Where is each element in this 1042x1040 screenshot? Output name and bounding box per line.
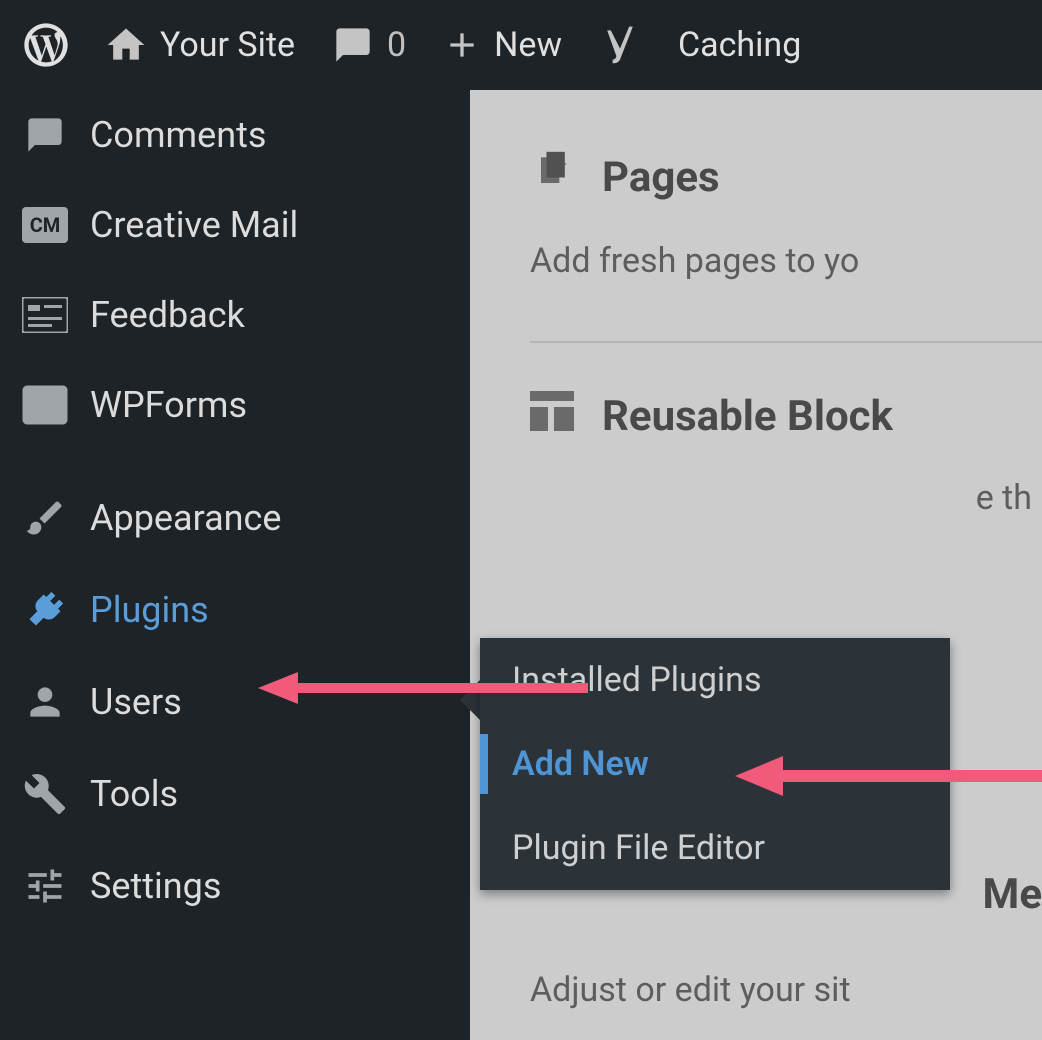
reusable-block-icon [530,391,574,442]
comments-link[interactable]: 0 [313,0,424,90]
main-content: Pages Add fresh pages to yo Reusable Blo… [470,90,1042,1040]
yoast-link[interactable] [580,0,660,90]
new-content-link[interactable]: New [424,0,580,90]
annotation-arrow-plugins [258,668,588,708]
pages-title: Pages [602,153,720,202]
sidebar-item-wpforms[interactable]: WPForms [0,360,470,450]
comment-count: 0 [387,25,406,65]
wp-logo[interactable] [12,0,86,90]
user-icon [22,680,68,724]
sliders-icon [22,864,68,908]
wpforms-icon [22,385,68,425]
svg-text:CM: CM [30,213,61,237]
brush-icon [22,496,68,540]
admin-sidebar: Comments CM Creative Mail Feedback WPFor… [0,90,470,1040]
feedback-icon [22,297,68,333]
site-name: Your Site [160,25,295,65]
sidebar-item-label: Settings [90,865,221,907]
sidebar-item-plugins[interactable]: Plugins [0,564,470,656]
annotation-arrow-add-new [735,752,1042,800]
sidebar-item-feedback[interactable]: Feedback [0,270,470,360]
pages-icon [530,150,574,205]
reusable-partial-text: e th [530,478,1042,518]
sidebar-separator [0,450,470,472]
sidebar-item-label: Appearance [90,497,281,539]
reusable-title: Reusable Block [602,392,893,441]
sidebar-item-label: Creative Mail [90,204,298,246]
new-label: New [494,25,562,65]
adjust-text: Adjust or edit your sit [530,970,851,1010]
comment-icon [22,115,68,155]
reusable-blocks-widget: Reusable Block e th [530,391,1042,518]
sidebar-item-label: Tools [90,773,178,815]
divider [530,341,1042,343]
sidebar-item-appearance[interactable]: Appearance [0,472,470,564]
comment-icon [331,25,375,65]
plug-icon [22,588,68,632]
sidebar-item-label: Comments [90,114,266,156]
caching-link[interactable]: Caching [660,0,819,90]
sidebar-item-label: Plugins [90,589,209,631]
sidebar-item-comments[interactable]: Comments [0,90,470,180]
wordpress-icon [20,19,72,71]
creative-mail-icon: CM [22,207,68,243]
sidebar-item-label: WPForms [90,384,247,426]
pages-description: Add fresh pages to yo [530,241,1042,281]
admin-bar: Your Site 0 New Caching [0,0,1042,90]
caching-label: Caching [678,25,801,65]
sidebar-item-tools[interactable]: Tools [0,748,470,840]
menu-partial-title: Me [983,870,1042,919]
pages-widget: Pages Add fresh pages to yo [530,150,1042,281]
home-icon [104,23,148,67]
submenu-plugin-file-editor[interactable]: Plugin File Editor [480,806,950,890]
sidebar-item-label: Users [90,681,182,723]
plus-icon [442,25,482,65]
site-home-link[interactable]: Your Site [86,0,313,90]
sidebar-item-settings[interactable]: Settings [0,840,470,932]
sidebar-item-label: Feedback [90,294,245,336]
sidebar-item-creative-mail[interactable]: CM Creative Mail [0,180,470,270]
wrench-icon [22,772,68,816]
yoast-icon [598,23,642,67]
submenu-label: Add New [512,744,649,784]
submenu-label: Plugin File Editor [512,828,765,868]
